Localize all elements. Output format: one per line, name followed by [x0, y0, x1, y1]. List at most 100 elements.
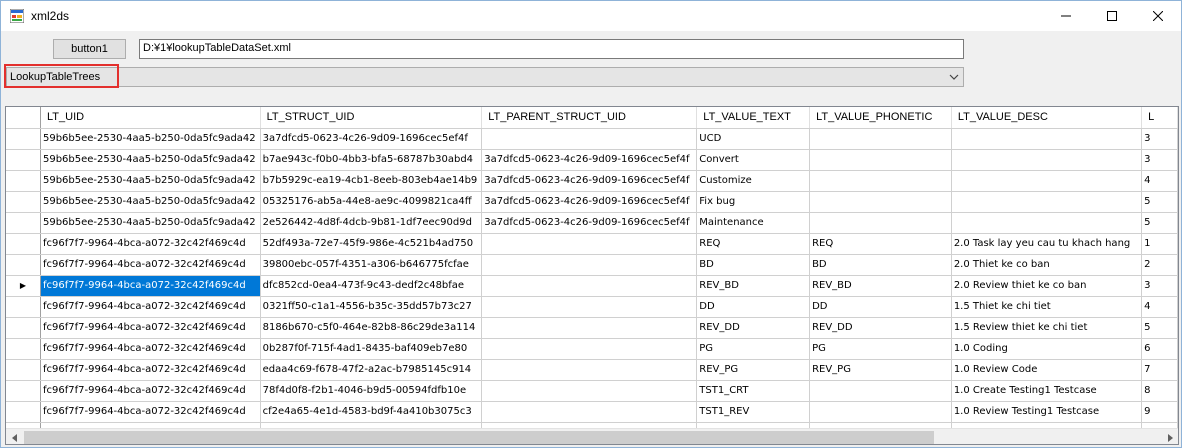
table-row[interactable]: 59b6b5ee-2530-4aa5-b250-0da5fc9ada42 b7ae… [6, 149, 1178, 171]
grid-cell[interactable] [809, 401, 952, 423]
grid-cell[interactable]: 59b6b5ee-2530-4aa5-b250-0da5fc9ada42 [40, 170, 261, 192]
grid-cell[interactable]: 2.0 Review thiet ke co ban [951, 275, 1143, 297]
grid-cell[interactable]: 1.0 Create Testing1 Testcase [951, 380, 1143, 402]
row-header[interactable] [6, 128, 41, 150]
row-header[interactable] [6, 149, 41, 171]
grid-cell[interactable]: 8 [1141, 380, 1178, 402]
table-row[interactable]: 59b6b5ee-2530-4aa5-b250-0da5fc9ada42 3a7d… [6, 128, 1178, 150]
chevron-down-icon[interactable] [945, 68, 963, 86]
row-header[interactable] [6, 191, 41, 213]
grid-cell[interactable]: fc96f7f7-9964-4bca-a072-32c42f469c4d [40, 296, 261, 318]
column-header-lt-parent-struct-uid[interactable]: LT_PARENT_STRUCT_UID [481, 107, 698, 129]
grid-cell[interactable]: dfc852cd-0ea4-473f-9c43-dedf2c48bfae [260, 275, 483, 297]
close-button[interactable] [1135, 1, 1181, 31]
grid-cell[interactable]: fc96f7f7-9964-4bca-a072-32c42f469c4d [40, 338, 261, 360]
file-path-input[interactable]: D:¥1¥lookupTableDataSet.xml [139, 39, 964, 59]
row-header[interactable] [6, 233, 41, 255]
grid-cell[interactable]: 3 [1141, 149, 1178, 171]
grid-cell[interactable]: 3 [1141, 128, 1178, 150]
grid-cell[interactable]: 3a7dfcd5-0623-4c26-9d09-1696cec5ef4f [481, 191, 698, 213]
row-header[interactable] [6, 212, 41, 234]
table-row[interactable]: 59b6b5ee-2530-4aa5-b250-0da5fc9ada42 0532… [6, 191, 1178, 213]
row-header[interactable] [6, 401, 41, 423]
row-header[interactable] [6, 380, 41, 402]
grid-cell[interactable]: 59b6b5ee-2530-4aa5-b250-0da5fc9ada42 [40, 212, 261, 234]
scrollbar-thumb[interactable] [24, 431, 934, 444]
grid-cell[interactable]: edaa4c69-f678-47f2-a2ac-b7985145c914 [260, 359, 483, 381]
grid-cell[interactable]: fc96f7f7-9964-4bca-a072-32c42f469c4d [40, 254, 261, 276]
grid-cell[interactable] [481, 380, 698, 402]
grid-cell[interactable] [951, 128, 1143, 150]
grid-cell[interactable]: 05325176-ab5a-44e8-ae9c-4099821ca4ff [260, 191, 483, 213]
grid-cell[interactable] [809, 212, 952, 234]
grid-cell[interactable]: 0b287f0f-715f-4ad1-8435-baf409eb7e80 [260, 338, 483, 360]
column-header-l[interactable]: L [1141, 107, 1178, 129]
grid-cell[interactable]: PG [809, 338, 952, 360]
table-row[interactable]: ▶ fc96f7f7-9964-4bca-a072-32c42f469c4d dfc… [6, 275, 1178, 297]
grid-cell[interactable]: REQ [809, 233, 952, 255]
grid-cell[interactable]: BD [809, 254, 952, 276]
grid-cell[interactable]: BD [696, 254, 811, 276]
data-grid[interactable]: LT_UID LT_STRUCT_UID LT_PARENT_STRUCT_UID L… [5, 106, 1179, 445]
table-row[interactable]: fc96f7f7-9964-4bca-a072-32c42f469c4d 0b28… [6, 338, 1178, 360]
grid-cell[interactable]: 5 [1141, 191, 1178, 213]
table-selector-combobox[interactable]: LookupTableTrees [6, 67, 964, 87]
table-row[interactable]: fc96f7f7-9964-4bca-a072-32c42f469c4d 0321… [6, 296, 1178, 318]
grid-cell[interactable]: 1.0 Review Testing1 Testcase [951, 401, 1143, 423]
grid-cell[interactable] [481, 275, 698, 297]
grid-cell[interactable]: 3 [1141, 275, 1178, 297]
grid-cell[interactable] [481, 359, 698, 381]
button1[interactable]: button1 [53, 39, 126, 59]
grid-cell[interactable]: 3a7dfcd5-0623-4c26-9d09-1696cec5ef4f [260, 128, 483, 150]
grid-cell[interactable]: 3a7dfcd5-0623-4c26-9d09-1696cec5ef4f [481, 170, 698, 192]
grid-cell[interactable]: fc96f7f7-9964-4bca-a072-32c42f469c4d [40, 275, 261, 297]
grid-cell[interactable]: 5 [1141, 317, 1178, 339]
row-header[interactable]: ▶ [6, 275, 41, 297]
grid-cell[interactable] [809, 149, 952, 171]
grid-cell[interactable]: 8186b670-c5f0-464e-82b8-86c29de3a114 [260, 317, 483, 339]
minimize-button[interactable] [1043, 1, 1089, 31]
grid-cell[interactable]: TST1_CRT [696, 380, 811, 402]
row-header-corner[interactable] [6, 107, 41, 129]
grid-cell[interactable]: fc96f7f7-9964-4bca-a072-32c42f469c4d [40, 317, 261, 339]
grid-cell[interactable]: 2 [1141, 254, 1178, 276]
grid-cell[interactable]: fc96f7f7-9964-4bca-a072-32c42f469c4d [40, 359, 261, 381]
grid-cell[interactable]: 2.0 Thiet ke co ban [951, 254, 1143, 276]
grid-cell[interactable]: 4 [1141, 170, 1178, 192]
grid-cell[interactable]: 39800ebc-057f-4351-a306-b646775fcfae [260, 254, 483, 276]
grid-cell[interactable]: 1 [1141, 233, 1178, 255]
grid-cell[interactable]: 7 [1141, 359, 1178, 381]
grid-cell[interactable] [481, 317, 698, 339]
column-header-lt-struct-uid[interactable]: LT_STRUCT_UID [260, 107, 483, 129]
table-row[interactable]: fc96f7f7-9964-4bca-a072-32c42f469c4d cf2e… [6, 401, 1178, 423]
grid-cell[interactable]: fc96f7f7-9964-4bca-a072-32c42f469c4d [40, 380, 261, 402]
table-row[interactable]: fc96f7f7-9964-4bca-a072-32c42f469c4d 3980… [6, 254, 1178, 276]
grid-cell[interactable]: 3a7dfcd5-0623-4c26-9d09-1696cec5ef4f [481, 212, 698, 234]
grid-cell[interactable] [809, 380, 952, 402]
grid-cell[interactable]: 78f4d0f8-f2b1-4046-b9d5-00594fdfb10e [260, 380, 483, 402]
table-row[interactable]: fc96f7f7-9964-4bca-a072-32c42f469c4d edaa… [6, 359, 1178, 381]
grid-cell[interactable]: 5 [1141, 212, 1178, 234]
grid-cell[interactable]: 6 [1141, 338, 1178, 360]
title-bar[interactable]: xml2ds [1, 1, 1181, 31]
table-row[interactable]: fc96f7f7-9964-4bca-a072-32c42f469c4d 78f4… [6, 380, 1178, 402]
grid-cell[interactable]: 1.0 Coding [951, 338, 1143, 360]
grid-cell[interactable]: 1.5 Review thiet ke chi tiet [951, 317, 1143, 339]
grid-cell[interactable]: 1.0 Review Code [951, 359, 1143, 381]
grid-cell[interactable]: Fix bug [696, 191, 811, 213]
table-row[interactable]: fc96f7f7-9964-4bca-a072-32c42f469c4d 8186… [6, 317, 1178, 339]
table-row[interactable]: fc96f7f7-9964-4bca-a072-32c42f469c4d 52df… [6, 233, 1178, 255]
grid-cell[interactable] [951, 170, 1143, 192]
grid-cell[interactable]: cf2e4a65-4e1d-4583-bd9f-4a410b3075c3 [260, 401, 483, 423]
grid-cell[interactable] [481, 254, 698, 276]
grid-cell[interactable]: b7b5929c-ea19-4cb1-8eeb-803eb4ae14b9 [260, 170, 483, 192]
grid-cell[interactable] [951, 149, 1143, 171]
grid-cell[interactable]: DD [696, 296, 811, 318]
grid-cell[interactable]: b7ae943c-f0b0-4bb3-bfa5-68787b30abd4 [260, 149, 483, 171]
grid-cell[interactable]: DD [809, 296, 952, 318]
horizontal-scrollbar[interactable] [6, 428, 1178, 444]
grid-cell[interactable]: Customize [696, 170, 811, 192]
column-header-lt-value-text[interactable]: LT_VALUE_TEXT [696, 107, 811, 129]
table-row[interactable]: 59b6b5ee-2530-4aa5-b250-0da5fc9ada42 2e52… [6, 212, 1178, 234]
grid-cell[interactable]: REV_PG [696, 359, 811, 381]
